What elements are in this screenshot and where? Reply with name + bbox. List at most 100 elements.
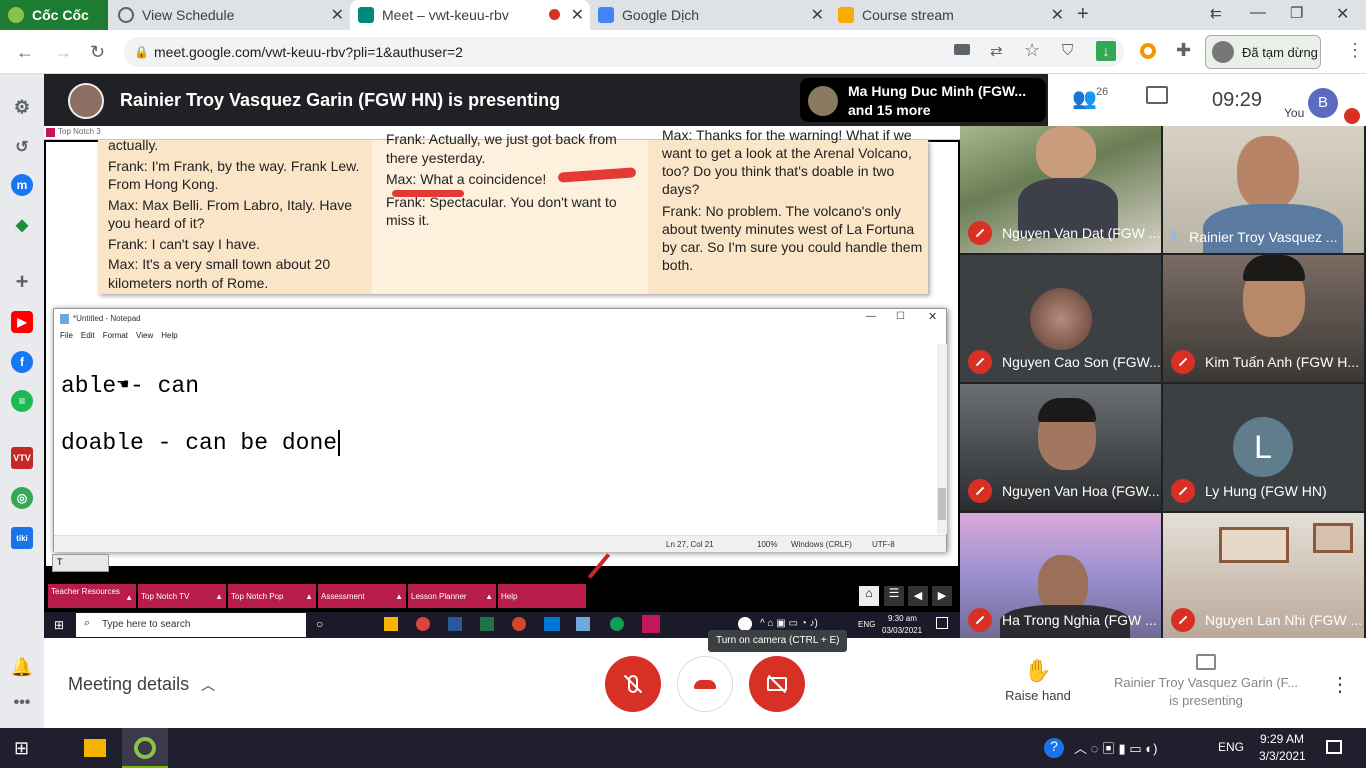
present-now-button[interactable]: Rainier Troy Vasquez Garin (F... is pres… <box>1104 654 1308 710</box>
participant-tile[interactable]: ⦀ Rainier Troy Vasquez ... <box>1163 126 1364 253</box>
forward-icon[interactable]: → <box>54 42 72 63</box>
notepad-taskbar-icon[interactable] <box>576 617 590 631</box>
close-icon[interactable]: ✕ <box>928 310 937 323</box>
profile-button[interactable]: Đã tạm dừng <box>1205 35 1321 69</box>
taskbar-time[interactable]: 9:29 AM <box>1260 732 1304 746</box>
chat-icon[interactable] <box>1146 86 1168 104</box>
camera-icon[interactable] <box>954 44 970 55</box>
history-icon[interactable]: ↺ <box>11 136 33 158</box>
facebook-icon[interactable]: f <box>11 351 33 373</box>
menu-help[interactable]: Help <box>161 331 177 340</box>
taskbar-date[interactable]: 3/3/2021 <box>1259 749 1306 763</box>
bookmark-star-icon[interactable]: ☆ <box>1024 40 1040 61</box>
participant-tile[interactable]: Ha Trong Nghia (FGW ... <box>960 513 1161 640</box>
menu-format[interactable]: Format <box>103 331 128 340</box>
spotify-icon[interactable]: ≡ <box>11 390 33 412</box>
more-icon[interactable]: ••• <box>11 692 33 714</box>
coccoc-taskbar-button[interactable] <box>122 728 168 768</box>
more-options-icon[interactable]: ⋮ <box>1330 672 1350 697</box>
close-icon[interactable]: ✕ <box>331 5 344 25</box>
language-indicator[interactable]: ENG <box>1218 740 1244 754</box>
reload-icon[interactable]: ↻ <box>90 42 105 63</box>
mic-toggle-button[interactable] <box>605 656 661 712</box>
participant-tile[interactable]: Kim Tuấn Anh (FGW H... <box>1163 255 1364 382</box>
chrome-icon[interactable] <box>416 617 430 631</box>
list-icon[interactable]: ☰ <box>884 586 904 606</box>
menu-dots-icon[interactable]: ⋮ <box>1346 40 1364 61</box>
lesson-planner-button[interactable]: Lesson Planner ▲ <box>408 584 496 608</box>
close-icon[interactable]: ✕ <box>811 5 824 25</box>
people-icon[interactable]: 👥 <box>1072 86 1097 111</box>
topnotch-taskbar-icon[interactable] <box>642 615 660 633</box>
maximize-icon[interactable]: ☐ <box>896 311 905 322</box>
teacher-resources-button[interactable]: Teacher Resources ▲ <box>48 584 136 608</box>
coccoc-ext-icon[interactable] <box>1140 43 1156 59</box>
windows-start-icon[interactable]: ⊞ <box>14 738 29 759</box>
close-window-icon[interactable]: ✕ <box>1336 4 1349 24</box>
inner-search-box[interactable]: ⌕ Type here to search <box>76 613 306 637</box>
help-circle-icon[interactable] <box>738 617 752 631</box>
leave-call-button[interactable] <box>677 656 733 712</box>
tab-google-translate[interactable]: Google Dịch ✕ <box>590 0 830 30</box>
top-notch-tv-button[interactable]: Top Notch TV ▲ <box>138 584 226 608</box>
minimize-icon[interactable]: — <box>866 311 876 322</box>
notepad-text-area[interactable]: able - can doable - can be done ☚ <box>54 344 938 534</box>
participants-preview[interactable]: Ma Hung Duc Minh (FGW... and 15 more <box>800 78 1046 122</box>
assessment-button[interactable]: Assessment ▲ <box>318 584 406 608</box>
raise-hand-button[interactable]: ✋ Raise hand <box>990 658 1086 703</box>
menu-edit[interactable]: Edit <box>81 331 95 340</box>
task-view-icon[interactable]: ○ <box>316 617 323 631</box>
tab-coccoc[interactable]: Cốc Cốc <box>0 0 108 30</box>
powerpoint-icon[interactable] <box>512 617 526 631</box>
download-icon[interactable]: ↓ <box>1096 41 1116 61</box>
word-icon[interactable] <box>448 617 462 631</box>
scrollbar-thumb[interactable] <box>938 488 946 520</box>
participant-tile[interactable]: Nguyen Van Hoa (FGW... <box>960 384 1161 511</box>
mail-icon[interactable] <box>544 617 560 631</box>
help-button[interactable]: Help <box>498 584 586 608</box>
help-icon[interactable]: ? <box>1044 738 1064 758</box>
top-notch-pop-button[interactable]: Top Notch Pop ▲ <box>228 584 316 608</box>
next-icon[interactable]: ▶ <box>932 586 952 606</box>
minimize-icon[interactable]: — <box>1250 4 1266 22</box>
tray-icons[interactable]: ︿ ◌ ▣ ▮ ▭ ◐) <box>1074 738 1157 757</box>
home-icon[interactable]: ⌂ <box>859 586 879 606</box>
add-icon[interactable]: + <box>11 269 33 294</box>
tab-view-schedule[interactable]: View Schedule ✕ <box>110 0 350 30</box>
prev-icon[interactable]: ◀ <box>908 586 928 606</box>
participant-tile[interactable]: Nguyen Van Dat (FGW ... <box>960 126 1161 253</box>
coccoc-app-icon[interactable]: ◎ <box>11 487 33 509</box>
maximize-icon[interactable]: ❐ <box>1290 4 1303 22</box>
tab-search-icon[interactable]: ⇇ <box>1210 5 1222 22</box>
self-avatar[interactable]: B <box>1308 88 1338 118</box>
notifications-icon[interactable] <box>936 617 948 629</box>
participant-tile[interactable]: Nguyen Cao Son (FGW... <box>960 255 1161 382</box>
participant-tile[interactable]: L Ly Hung (FGW HN) <box>1163 384 1364 511</box>
tab-meet[interactable]: Meet – vwt-keuu-rbv ✕ <box>350 0 590 30</box>
new-tab-icon[interactable]: + <box>1077 3 1089 26</box>
shield-icon[interactable]: ⛉ <box>1062 42 1073 59</box>
url-input[interactable]: 🔒 meet.google.com/vwt-keuu-rbv?pli=1&aut… <box>124 37 1124 67</box>
participant-tile[interactable]: Nguyen Lan Nhi (FGW ... <box>1163 513 1364 640</box>
bell-icon[interactable]: 🔔 <box>11 656 33 678</box>
close-icon[interactable]: ✕ <box>1051 5 1064 25</box>
explorer-icon[interactable] <box>384 617 398 631</box>
vtv-icon[interactable]: VTV <box>11 447 33 469</box>
menu-file[interactable]: File <box>60 331 73 340</box>
action-center-icon[interactable] <box>1326 740 1342 754</box>
edge-icon[interactable] <box>610 617 624 631</box>
scrollbar[interactable] <box>937 344 947 534</box>
tray-icons[interactable]: ^ ⌂ ▣ ▭ ◔ ♪) <box>760 618 818 629</box>
close-icon[interactable]: ✕ <box>571 5 584 25</box>
game-icon[interactable]: ◆ <box>11 214 33 236</box>
camera-toggle-button[interactable] <box>749 656 805 712</box>
menu-view[interactable]: View <box>136 331 153 340</box>
translate-page-icon[interactable]: ⇄ <box>990 42 1003 60</box>
windows-icon[interactable]: ⊞ <box>54 618 64 632</box>
tab-course-stream[interactable]: Course stream ✕ <box>830 0 1070 30</box>
tiki-icon[interactable]: tiki <box>11 527 33 549</box>
text-tool-button[interactable]: T <box>52 554 109 572</box>
meeting-details-button[interactable]: Meeting details ︿ <box>68 674 215 695</box>
back-icon[interactable]: ← <box>16 42 34 63</box>
excel-icon[interactable] <box>480 617 494 631</box>
